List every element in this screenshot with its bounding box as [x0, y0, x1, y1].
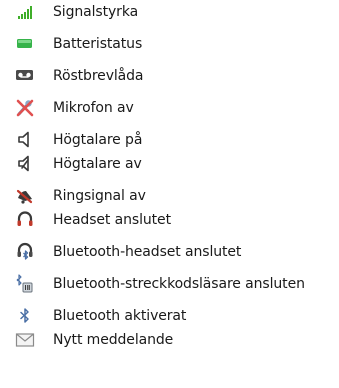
- bluetooth-icon: [14, 305, 36, 327]
- legend-label: Högtalare av: [53, 156, 142, 172]
- battery-status-icon: [14, 33, 36, 55]
- legend-label: Nytt meddelande: [53, 332, 174, 348]
- legend-label: Batteristatus: [53, 36, 143, 52]
- signal-strength-icon: [14, 1, 36, 23]
- legend-item-bluetooth-barcode-scanner: Bluetooth-streckkodsläsare ansluten: [0, 272, 339, 296]
- legend-label: Bluetooth aktiverat: [53, 308, 187, 324]
- legend-item-signal-strength: Signalstyrka: [0, 0, 339, 24]
- bluetooth-headset-icon: [14, 241, 36, 263]
- legend-item-speaker-off: Högtalare av: [0, 152, 339, 176]
- ringer-off-icon: [14, 185, 36, 207]
- legend-label: Bluetooth-streckkodsläsare ansluten: [53, 276, 305, 292]
- legend-item-speaker-on: Högtalare på: [0, 128, 339, 152]
- headset-icon: [14, 209, 36, 231]
- legend-item-new-message: Nytt meddelande: [0, 328, 339, 352]
- legend-item-bluetooth-enabled: Bluetooth aktiverat: [0, 304, 339, 328]
- legend-item-headset: Headset anslutet: [0, 208, 339, 232]
- legend-label: Bluetooth-headset anslutet: [53, 244, 242, 260]
- legend-label: Ringsignal av: [53, 188, 146, 204]
- legend-item-microphone-off: Mikrofon av: [0, 96, 339, 120]
- legend-item-ringer-off: Ringsignal av: [0, 184, 339, 208]
- legend-label: Mikrofon av: [53, 100, 134, 116]
- legend-item-battery-status: Batteristatus: [0, 32, 339, 56]
- legend-label: Signalstyrka: [53, 4, 139, 20]
- legend-item-bluetooth-headset: Bluetooth-headset anslutet: [0, 240, 339, 264]
- voicemail-icon: [14, 65, 36, 87]
- speaker-off-icon: [14, 153, 36, 175]
- legend-label: Röstbrevlåda: [53, 68, 144, 84]
- legend-label: Headset anslutet: [53, 212, 171, 228]
- legend-label: Högtalare på: [53, 132, 143, 148]
- microphone-off-icon: [14, 97, 36, 119]
- speaker-on-icon: [14, 129, 36, 151]
- legend-item-voicemail: Röstbrevlåda: [0, 64, 339, 88]
- bluetooth-barcode-scanner-icon: [14, 273, 36, 295]
- envelope-icon: [14, 329, 36, 351]
